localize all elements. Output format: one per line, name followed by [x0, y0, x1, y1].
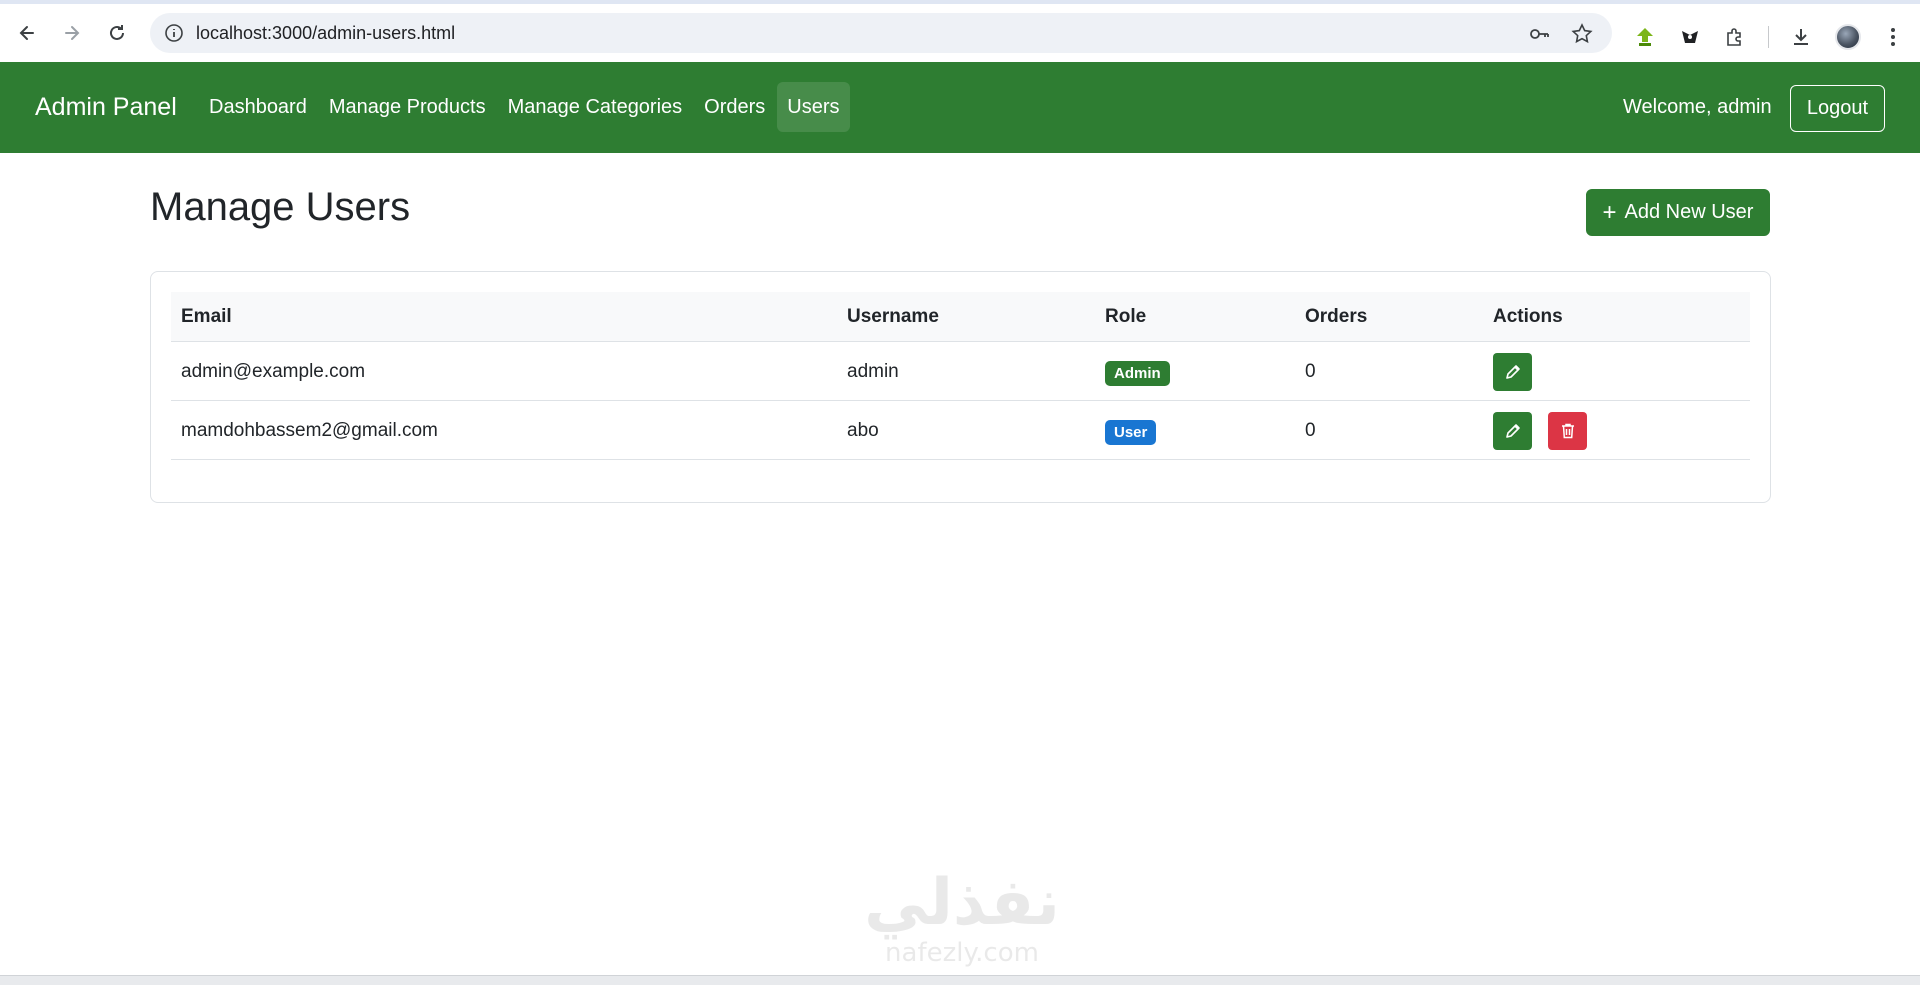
- header-actions: Actions: [1493, 306, 1563, 327]
- page-title: Manage Users: [150, 185, 411, 229]
- add-new-user-button[interactable]: + Add New User: [1586, 189, 1770, 236]
- user-orders: 0: [1305, 420, 1316, 441]
- header-username: Username: [847, 306, 939, 327]
- table-header: Email Username Role Orders Actions: [171, 292, 1750, 342]
- extension-icon[interactable]: [1677, 24, 1703, 50]
- users-table: Email Username Role Orders Actions admin…: [171, 292, 1750, 460]
- table-row: admin@example.com admin Admin 0: [171, 342, 1750, 401]
- pencil-icon: [1505, 365, 1520, 379]
- url-text: localhost:3000/admin-users.html: [196, 23, 456, 43]
- reload-icon[interactable]: [102, 18, 132, 48]
- pencil-icon: [1505, 424, 1520, 438]
- user-username: abo: [847, 420, 879, 441]
- welcome-text: Welcome, admin: [1623, 96, 1772, 118]
- bottom-strip: [0, 975, 1920, 985]
- extensions-puzzle-icon[interactable]: [1722, 24, 1748, 50]
- forward-icon[interactable]: [57, 18, 87, 48]
- key-icon[interactable]: [1528, 23, 1550, 45]
- watermark-sub-text: nafezly.com: [885, 938, 1039, 968]
- profile-avatar[interactable]: [1835, 24, 1861, 50]
- nav-links: Dashboard Manage Products Manage Categor…: [199, 82, 850, 132]
- delete-user-button[interactable]: [1548, 412, 1587, 450]
- header-role: Role: [1105, 306, 1147, 327]
- add-new-user-label: Add New User: [1624, 201, 1754, 223]
- back-icon[interactable]: [12, 18, 42, 48]
- site-info-icon[interactable]: [164, 23, 184, 43]
- trash-icon: [1561, 423, 1574, 439]
- logout-button[interactable]: Logout: [1790, 85, 1885, 132]
- toolbar-separator: [1768, 26, 1769, 48]
- nav-link-manage-products[interactable]: Manage Products: [319, 82, 496, 132]
- role-badge-admin: Admin: [1105, 361, 1170, 386]
- table-row: mamdohbassem2@gmail.com abo User 0: [171, 401, 1750, 460]
- role-badge-user: User: [1105, 420, 1157, 445]
- nav-link-dashboard[interactable]: Dashboard: [199, 82, 317, 132]
- edit-user-button[interactable]: [1493, 412, 1532, 450]
- browser-menu-icon[interactable]: [1880, 24, 1906, 50]
- brand-link[interactable]: Admin Panel: [35, 62, 177, 153]
- nav-link-manage-categories[interactable]: Manage Categories: [498, 82, 693, 132]
- browser-toolbar: localhost:3000/admin-users.html: [0, 0, 1920, 62]
- watermark-logo: نفذلي nafezly.com: [852, 868, 1072, 978]
- header-email: Email: [181, 306, 232, 327]
- edit-user-button[interactable]: [1493, 353, 1532, 391]
- user-orders: 0: [1305, 361, 1316, 382]
- downloads-icon[interactable]: [1788, 24, 1814, 50]
- download-manager-extension-icon[interactable]: [1632, 24, 1658, 50]
- user-username: admin: [847, 361, 899, 382]
- bookmark-star-icon[interactable]: [1571, 23, 1593, 45]
- nav-link-orders[interactable]: Orders: [694, 82, 775, 132]
- address-bar[interactable]: localhost:3000/admin-users.html: [150, 13, 1612, 53]
- user-email: admin@example.com: [181, 361, 366, 382]
- watermark-main-text: نفذلي: [864, 866, 1060, 940]
- header-orders: Orders: [1305, 306, 1368, 327]
- nav-link-users[interactable]: Users: [777, 82, 850, 132]
- user-email: mamdohbassem2@gmail.com: [181, 420, 438, 441]
- admin-navbar: Admin Panel Dashboard Manage Products Ma…: [0, 62, 1920, 153]
- plus-icon: +: [1602, 198, 1617, 226]
- users-card: Email Username Role Orders Actions admin…: [150, 271, 1771, 503]
